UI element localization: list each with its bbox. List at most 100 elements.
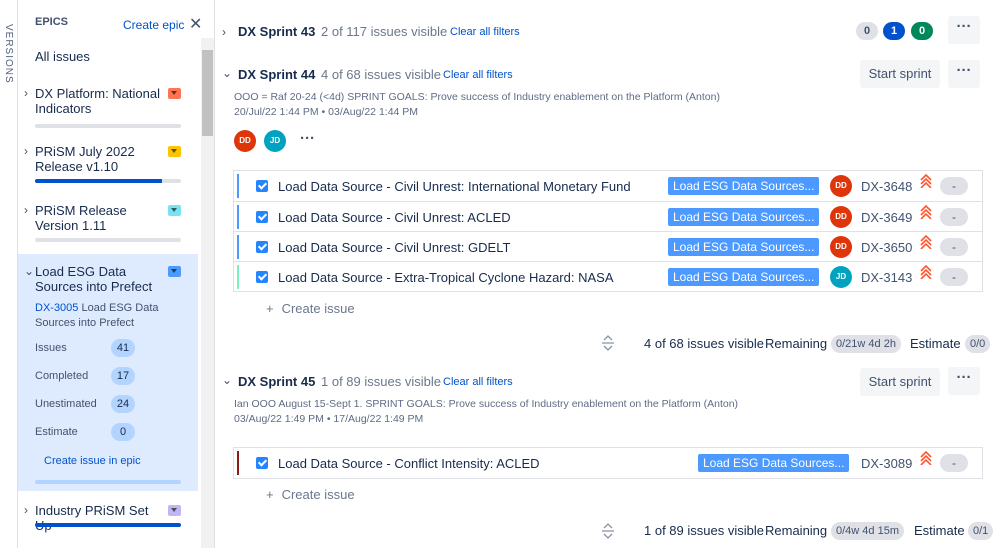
chevron-right-icon[interactable]: › — [222, 25, 226, 39]
sprint-44-create-issue[interactable]: + Create issue — [266, 301, 355, 316]
highest-priority-icon — [920, 235, 932, 249]
issue-key[interactable]: DX-3650 — [861, 240, 912, 255]
issue-row[interactable]: Load Data Source - Conflict Intensity: A… — [234, 448, 982, 478]
epic-color-dropdown-icon[interactable] — [168, 266, 181, 277]
chevron-down-icon[interactable]: ⌄ — [222, 66, 232, 80]
issue-summary: Load Data Source - Civil Unrest: ACLED — [278, 210, 511, 225]
issue-epic-label[interactable]: Load ESG Data Sources... — [668, 208, 819, 226]
epics-panel: EPICS Create epic ✕ All issues › DX Plat… — [18, 0, 215, 548]
create-issue-in-epic-link[interactable]: Create issue in epic — [44, 455, 141, 467]
sprint-44-clear-filters[interactable]: Clear all filters — [443, 69, 513, 81]
epic-progress-bar — [35, 523, 181, 527]
epic-key-summary: DX-3005 Load ESG Data Sources into Prefe… — [35, 301, 175, 331]
epic-color-dropdown-icon[interactable] — [168, 88, 181, 99]
avatar-jd[interactable]: JD — [264, 130, 286, 152]
all-issues-item[interactable]: All issues — [35, 49, 90, 64]
issue-estimate[interactable]: - — [940, 454, 968, 472]
highest-priority-icon — [920, 174, 932, 188]
issue-estimate[interactable]: - — [940, 238, 968, 256]
create-epic-link[interactable]: Create epic — [123, 18, 184, 32]
checkbox-icon[interactable] — [256, 211, 268, 223]
sprint-45-create-issue[interactable]: + Create issue — [266, 487, 355, 502]
sprint-footer-icon — [602, 335, 614, 351]
sprint-43-visible-count: 2 of 117 issues visible — [321, 24, 448, 39]
epic-stat-unestimated-label: Unestimated — [35, 398, 97, 410]
epic-item-dx-platform[interactable]: › DX Platform: National Indicators — [18, 86, 201, 128]
epic-stat-estimate-label: Estimate — [35, 426, 78, 438]
checkbox-icon[interactable] — [256, 271, 268, 283]
sprint-45-name: DX Sprint 45 — [238, 374, 316, 389]
issue-key[interactable]: DX-3649 — [861, 210, 912, 225]
issue-type-bar — [237, 265, 239, 289]
issue-key[interactable]: DX-3648 — [861, 179, 912, 194]
chevron-right-icon[interactable]: › — [24, 86, 28, 100]
avatar-dd[interactable]: DD — [234, 130, 256, 152]
more-assignees-icon[interactable]: ··· — [300, 130, 315, 147]
chevron-right-icon[interactable]: › — [24, 203, 28, 217]
epic-name: Load ESG Data Sources into Prefect — [35, 264, 153, 294]
sprint-45-estimate-value: 0/1 — [968, 522, 994, 540]
sprint-45-clear-filters[interactable]: Clear all filters — [443, 376, 513, 388]
checkbox-icon[interactable] — [256, 180, 268, 192]
epic-name: PRiSM Release Version 1.11 — [35, 203, 127, 233]
sprint-44-name: DX Sprint 44 — [238, 67, 316, 82]
issue-epic-label[interactable]: Load ESG Data Sources... — [668, 238, 819, 256]
issue-epic-label[interactable]: Load ESG Data Sources... — [668, 268, 819, 286]
sprint-45-remaining-value: 0/4w 4d 15m — [831, 522, 904, 540]
epic-item-industry-prism[interactable]: › Industry PRiSM Set Up — [18, 503, 201, 533]
epic-stat-estimate-value: 0 — [111, 423, 135, 441]
close-icon[interactable]: ✕ — [189, 14, 202, 34]
epics-scrollbar-thumb[interactable] — [202, 50, 213, 136]
sprint-44-remaining-label: Remaining — [765, 336, 828, 351]
epic-color-dropdown-icon[interactable] — [168, 205, 181, 216]
issue-avatar[interactable]: DD — [830, 236, 852, 258]
issue-epic-label[interactable]: Load ESG Data Sources... — [698, 454, 849, 472]
sprint-43-clear-filters[interactable]: Clear all filters — [450, 26, 520, 38]
issue-estimate[interactable]: - — [940, 177, 968, 195]
epic-item-prism-july[interactable]: › PRiSM July 2022 Release v1.10 — [18, 144, 201, 186]
start-sprint-45-button[interactable]: Start sprint — [860, 368, 940, 396]
issue-row[interactable]: Load Data Source - Civil Unrest: ACLED L… — [234, 201, 982, 231]
sprint-43-more-button[interactable]: ··· — [948, 16, 980, 44]
epic-color-dropdown-icon[interactable] — [168, 146, 181, 157]
issue-avatar[interactable]: DD — [830, 206, 852, 228]
issue-key[interactable]: DX-3143 — [861, 270, 912, 285]
epic-stat-issues-label: Issues — [35, 342, 67, 354]
sprint-44-visible-count: 4 of 68 issues visible — [321, 67, 441, 82]
chevron-right-icon[interactable]: › — [24, 144, 28, 158]
issue-avatar[interactable]: JD — [830, 266, 852, 288]
highest-priority-icon — [920, 205, 932, 219]
sprint-44-estimate-label: Estimate — [910, 336, 961, 351]
sprint-44-issue-list: Load Data Source - Civil Unrest: Interna… — [233, 170, 983, 292]
issue-row[interactable]: Load Data Source - Extra-Tropical Cyclon… — [234, 261, 982, 291]
versions-tab-label: VERSIONS — [3, 24, 14, 84]
issue-avatar[interactable]: DD — [830, 175, 852, 197]
checkbox-icon[interactable] — [256, 457, 268, 469]
create-issue-label: Create issue — [281, 301, 355, 316]
start-sprint-44-button[interactable]: Start sprint — [860, 60, 940, 88]
sprint-44-more-button[interactable]: ··· — [948, 60, 980, 88]
issue-summary: Load Data Source - Civil Unrest: GDELT — [278, 240, 511, 255]
epic-key-link[interactable]: DX-3005 — [35, 302, 78, 314]
chevron-down-icon[interactable]: ⌄ — [24, 264, 34, 278]
create-issue-label: Create issue — [281, 487, 355, 502]
issue-row[interactable]: Load Data Source - Civil Unrest: GDELT L… — [234, 231, 982, 261]
chevron-down-icon[interactable]: ⌄ — [222, 373, 232, 387]
issue-key[interactable]: DX-3089 — [861, 456, 912, 471]
epic-name: PRiSM July 2022 Release v1.10 — [35, 144, 135, 174]
sprint-45-dates: 03/Aug/22 1:49 PM • 17/Aug/22 1:49 PM — [234, 413, 424, 425]
sprint-45-more-button[interactable]: ··· — [948, 367, 980, 395]
issue-summary: Load Data Source - Civil Unrest: Interna… — [278, 179, 631, 194]
checkbox-icon[interactable] — [256, 241, 268, 253]
versions-tab[interactable]: VERSIONS — [0, 0, 18, 548]
epic-color-dropdown-icon[interactable] — [168, 505, 181, 516]
chevron-right-icon[interactable]: › — [24, 503, 28, 517]
issue-estimate[interactable]: - — [940, 268, 968, 286]
issue-epic-label[interactable]: Load ESG Data Sources... — [668, 177, 819, 195]
sprint-44-goal: OOO = Raf 20-24 (<4d) SPRINT GOALS: Prov… — [234, 91, 720, 103]
issue-estimate[interactable]: - — [940, 208, 968, 226]
issue-row[interactable]: Load Data Source - Civil Unrest: Interna… — [234, 171, 982, 201]
epic-item-prism-1-11[interactable]: › PRiSM Release Version 1.11 — [18, 203, 201, 245]
epic-item-load-esg-selected[interactable]: ⌄ Load ESG Data Sources into Prefect DX-… — [18, 254, 198, 491]
sprint-45-estimate-label: Estimate — [914, 523, 965, 538]
